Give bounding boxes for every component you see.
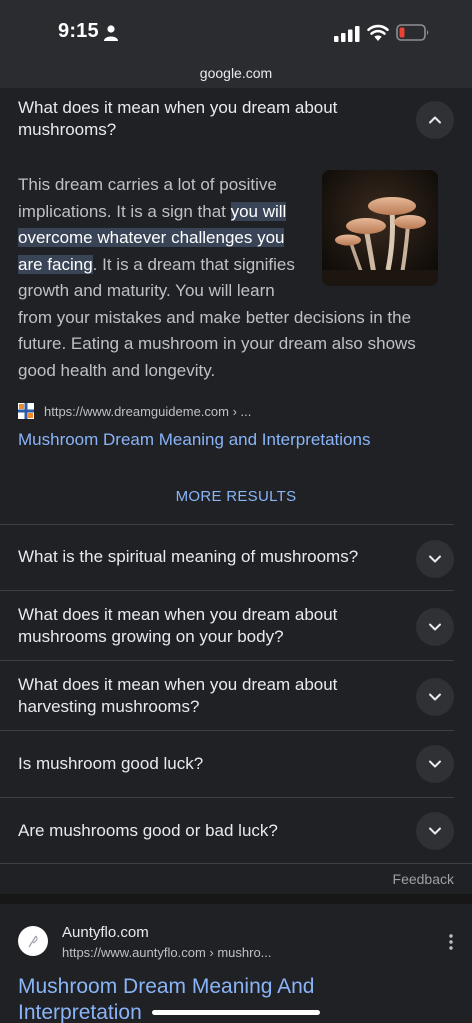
question-text: What does it mean when you dream about m…: [18, 605, 338, 646]
answer-snippet: This dream carries a lot of positive imp…: [18, 170, 438, 384]
result-title-link[interactable]: Mushroom Dream Meaning And Interpretatio…: [18, 974, 438, 1023]
dreamguideme-favicon: [18, 403, 34, 419]
people-also-ask-item[interactable]: What does it mean when you dream about m…: [0, 591, 472, 660]
expand-button[interactable]: [416, 608, 454, 646]
divider: [0, 863, 472, 864]
source-title-link[interactable]: Mushroom Dream Meaning and Interpretatio…: [18, 430, 370, 450]
person-icon: [104, 25, 118, 41]
people-also-ask-item[interactable]: Are mushrooms good or bad luck?: [0, 798, 472, 864]
expand-button[interactable]: [416, 540, 454, 578]
people-also-ask-item[interactable]: What does it mean when you dream about h…: [0, 661, 472, 730]
people-also-ask-item[interactable]: Is mushroom good luck?: [0, 731, 472, 797]
question-text: What does it mean when you dream about h…: [18, 675, 338, 716]
result-url: https://www.auntyflo.com › mushro...: [62, 945, 272, 960]
home-indicator[interactable]: [152, 1010, 320, 1015]
search-result[interactable]: Auntyflo.com https://www.auntyflo.com › …: [0, 904, 472, 1023]
chevron-down-icon: [429, 623, 441, 631]
page-content: What does it mean when you dream about m…: [0, 88, 472, 1023]
more-results-button[interactable]: MORE RESULTS: [0, 488, 472, 505]
address-bar[interactable]: google.com: [0, 58, 472, 88]
people-also-ask-item[interactable]: What is the spiritual meaning of mushroo…: [0, 525, 472, 590]
more-options-icon[interactable]: [448, 934, 454, 950]
chevron-down-icon: [429, 827, 441, 835]
status-bar: 9:15: [0, 0, 472, 58]
auntyflo-favicon: [18, 926, 48, 956]
source-url: https://www.dreamguideme.com › ...: [44, 403, 252, 419]
collapse-button[interactable]: [416, 101, 454, 139]
expand-button[interactable]: [416, 678, 454, 716]
mushroom-photo-icon: [322, 170, 438, 286]
cellular-signal-icon: [334, 26, 360, 42]
question-text: Are mushrooms good or bad luck?: [18, 821, 278, 840]
chevron-down-icon: [429, 555, 441, 563]
mushroom-image: [322, 170, 438, 286]
battery-low-icon: [396, 24, 429, 41]
section-gap: [0, 894, 472, 904]
chevron-down-icon: [429, 760, 441, 768]
expand-button[interactable]: [416, 745, 454, 783]
result-site-name: Auntyflo.com: [62, 924, 149, 941]
question-text: Is mushroom good luck?: [18, 754, 204, 773]
wifi-icon: [367, 24, 389, 41]
question-text: What does it mean when you dream about m…: [18, 98, 338, 139]
status-time: 9:15: [58, 20, 99, 42]
people-also-ask-expanded[interactable]: What does it mean when you dream about m…: [0, 88, 472, 148]
feedback-link[interactable]: Feedback: [393, 871, 454, 887]
source-line[interactable]: https://www.dreamguideme.com › ...: [18, 402, 251, 420]
chevron-down-icon: [429, 693, 441, 701]
expand-button[interactable]: [416, 812, 454, 850]
feather-icon: [28, 935, 38, 948]
chevron-up-icon: [429, 116, 441, 124]
question-text: What is the spiritual meaning of mushroo…: [18, 547, 359, 566]
